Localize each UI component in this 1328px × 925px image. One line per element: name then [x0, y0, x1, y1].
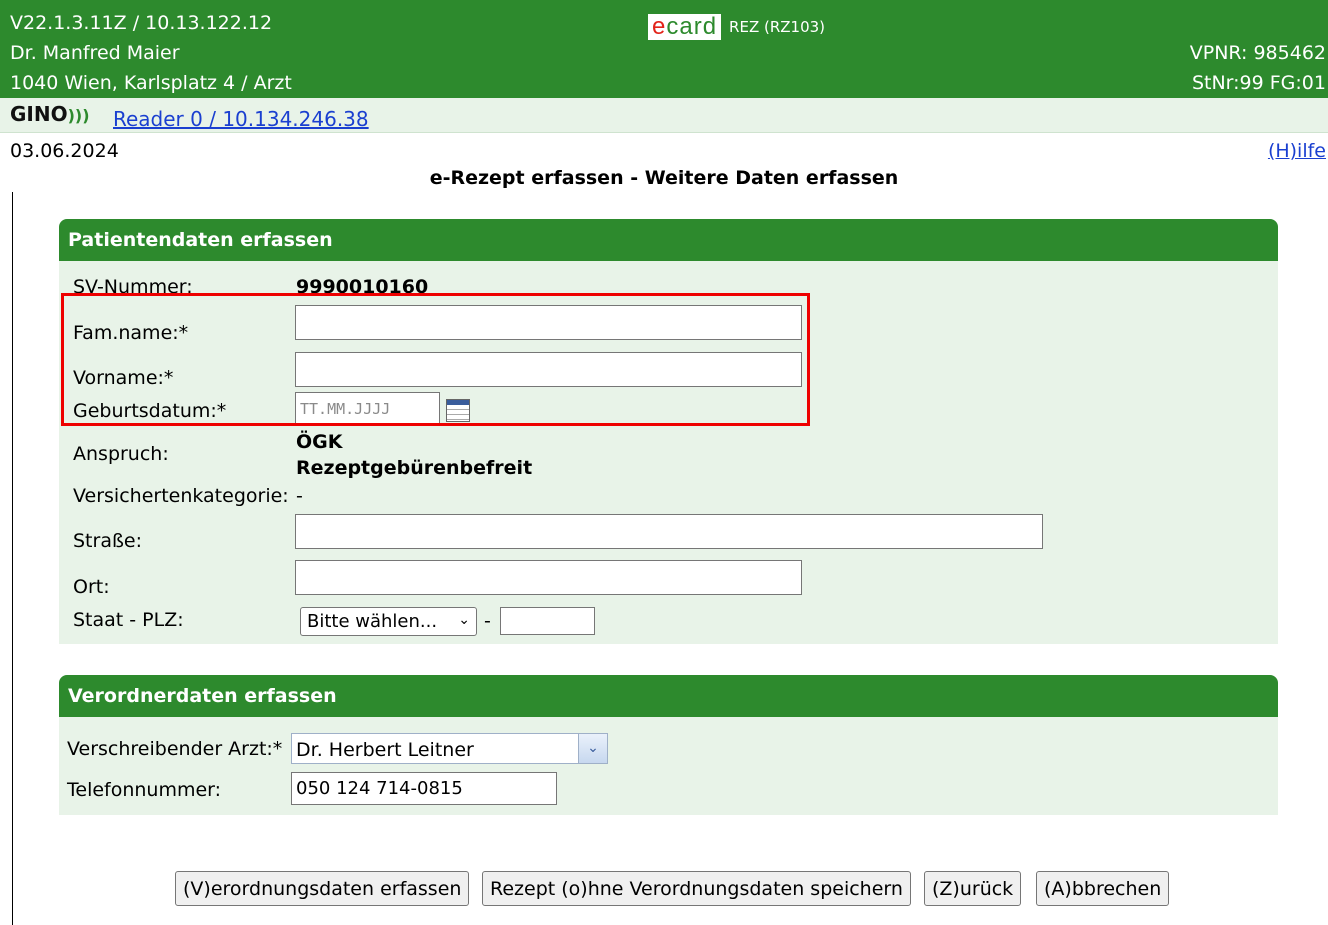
- chevron-down-icon: ⌄: [458, 612, 470, 628]
- kategorie-label: Versichertenkategorie:: [73, 485, 289, 507]
- vpnr-text: VPNR: 985462: [1189, 42, 1326, 64]
- gino-logo: GINO))): [10, 102, 90, 126]
- prescriber-section-title: Verordnerdaten erfassen: [68, 685, 337, 707]
- staat-select-value: Bitte wählen...: [307, 611, 438, 632]
- arzt-label: Verschreibender Arzt:*: [67, 738, 283, 760]
- patient-section-header: Patientendaten erfassen: [59, 219, 1278, 261]
- arzt-select-value: Dr. Herbert Leitner: [296, 739, 474, 761]
- plz-input[interactable]: [500, 607, 595, 635]
- ort-label: Ort:: [73, 576, 110, 598]
- plz-separator: -: [484, 610, 491, 632]
- save-without-verordnung-button[interactable]: Rezept (o)hne Verordnungsdaten speichern: [482, 871, 911, 906]
- top-header: V22.1.3.11Z / 10.13.122.12 Dr. Manfred M…: [0, 0, 1328, 98]
- strasse-input[interactable]: [295, 514, 1043, 549]
- prescriber-section-header: Verordnerdaten erfassen: [59, 675, 1278, 717]
- patient-section-title: Patientendaten erfassen: [68, 229, 333, 251]
- page-title: e-Rezept erfassen - Weitere Daten erfass…: [429, 167, 899, 189]
- chevron-down-icon[interactable]: ⌄: [578, 734, 607, 763]
- telefon-label: Telefonnummer:: [67, 779, 222, 801]
- staat-select[interactable]: Bitte wählen... ⌄: [300, 607, 477, 636]
- reader-link[interactable]: Reader 0 / 10.134.246.38: [113, 107, 369, 131]
- ecard-brand: ecard REZ (RZ103): [648, 14, 825, 40]
- verordnungsdaten-button[interactable]: (V)erordnungsdaten erfassen: [175, 871, 470, 906]
- app-name: REZ (RZ103): [729, 18, 826, 36]
- left-divider: [12, 192, 13, 925]
- anspruch-label: Anspruch:: [73, 443, 169, 465]
- anspruch-value-1: ÖGK: [296, 431, 343, 453]
- doctor-name: Dr. Manfred Maier: [10, 42, 180, 64]
- back-button[interactable]: (Z)urück: [924, 871, 1022, 906]
- doctor-address: 1040 Wien, Karlsplatz 4 / Arzt: [10, 72, 292, 94]
- current-date: 03.06.2024: [10, 140, 119, 162]
- anspruch-value-2: Rezeptgebürenbefreit: [296, 457, 533, 479]
- telefon-input[interactable]: [291, 772, 557, 805]
- ecard-logo: ecard: [648, 14, 722, 40]
- version-text: V22.1.3.11Z / 10.13.122.12: [10, 12, 273, 34]
- stnr-text: StNr:99 FG:01: [1191, 72, 1326, 94]
- reader-bar: GINO))) Reader 0 / 10.134.246.38: [0, 98, 1328, 133]
- strasse-label: Straße:: [73, 530, 143, 552]
- highlight-box: [61, 293, 810, 426]
- prescriber-section-body: [59, 717, 1278, 815]
- arzt-select[interactable]: Dr. Herbert Leitner ⌄: [291, 733, 608, 764]
- staat-label: Staat - PLZ:: [73, 609, 184, 631]
- help-link[interactable]: (H)ilfe: [1268, 140, 1326, 162]
- ort-input[interactable]: [295, 560, 802, 595]
- kategorie-value: -: [296, 485, 303, 507]
- cancel-button[interactable]: (A)bbrechen: [1036, 871, 1170, 906]
